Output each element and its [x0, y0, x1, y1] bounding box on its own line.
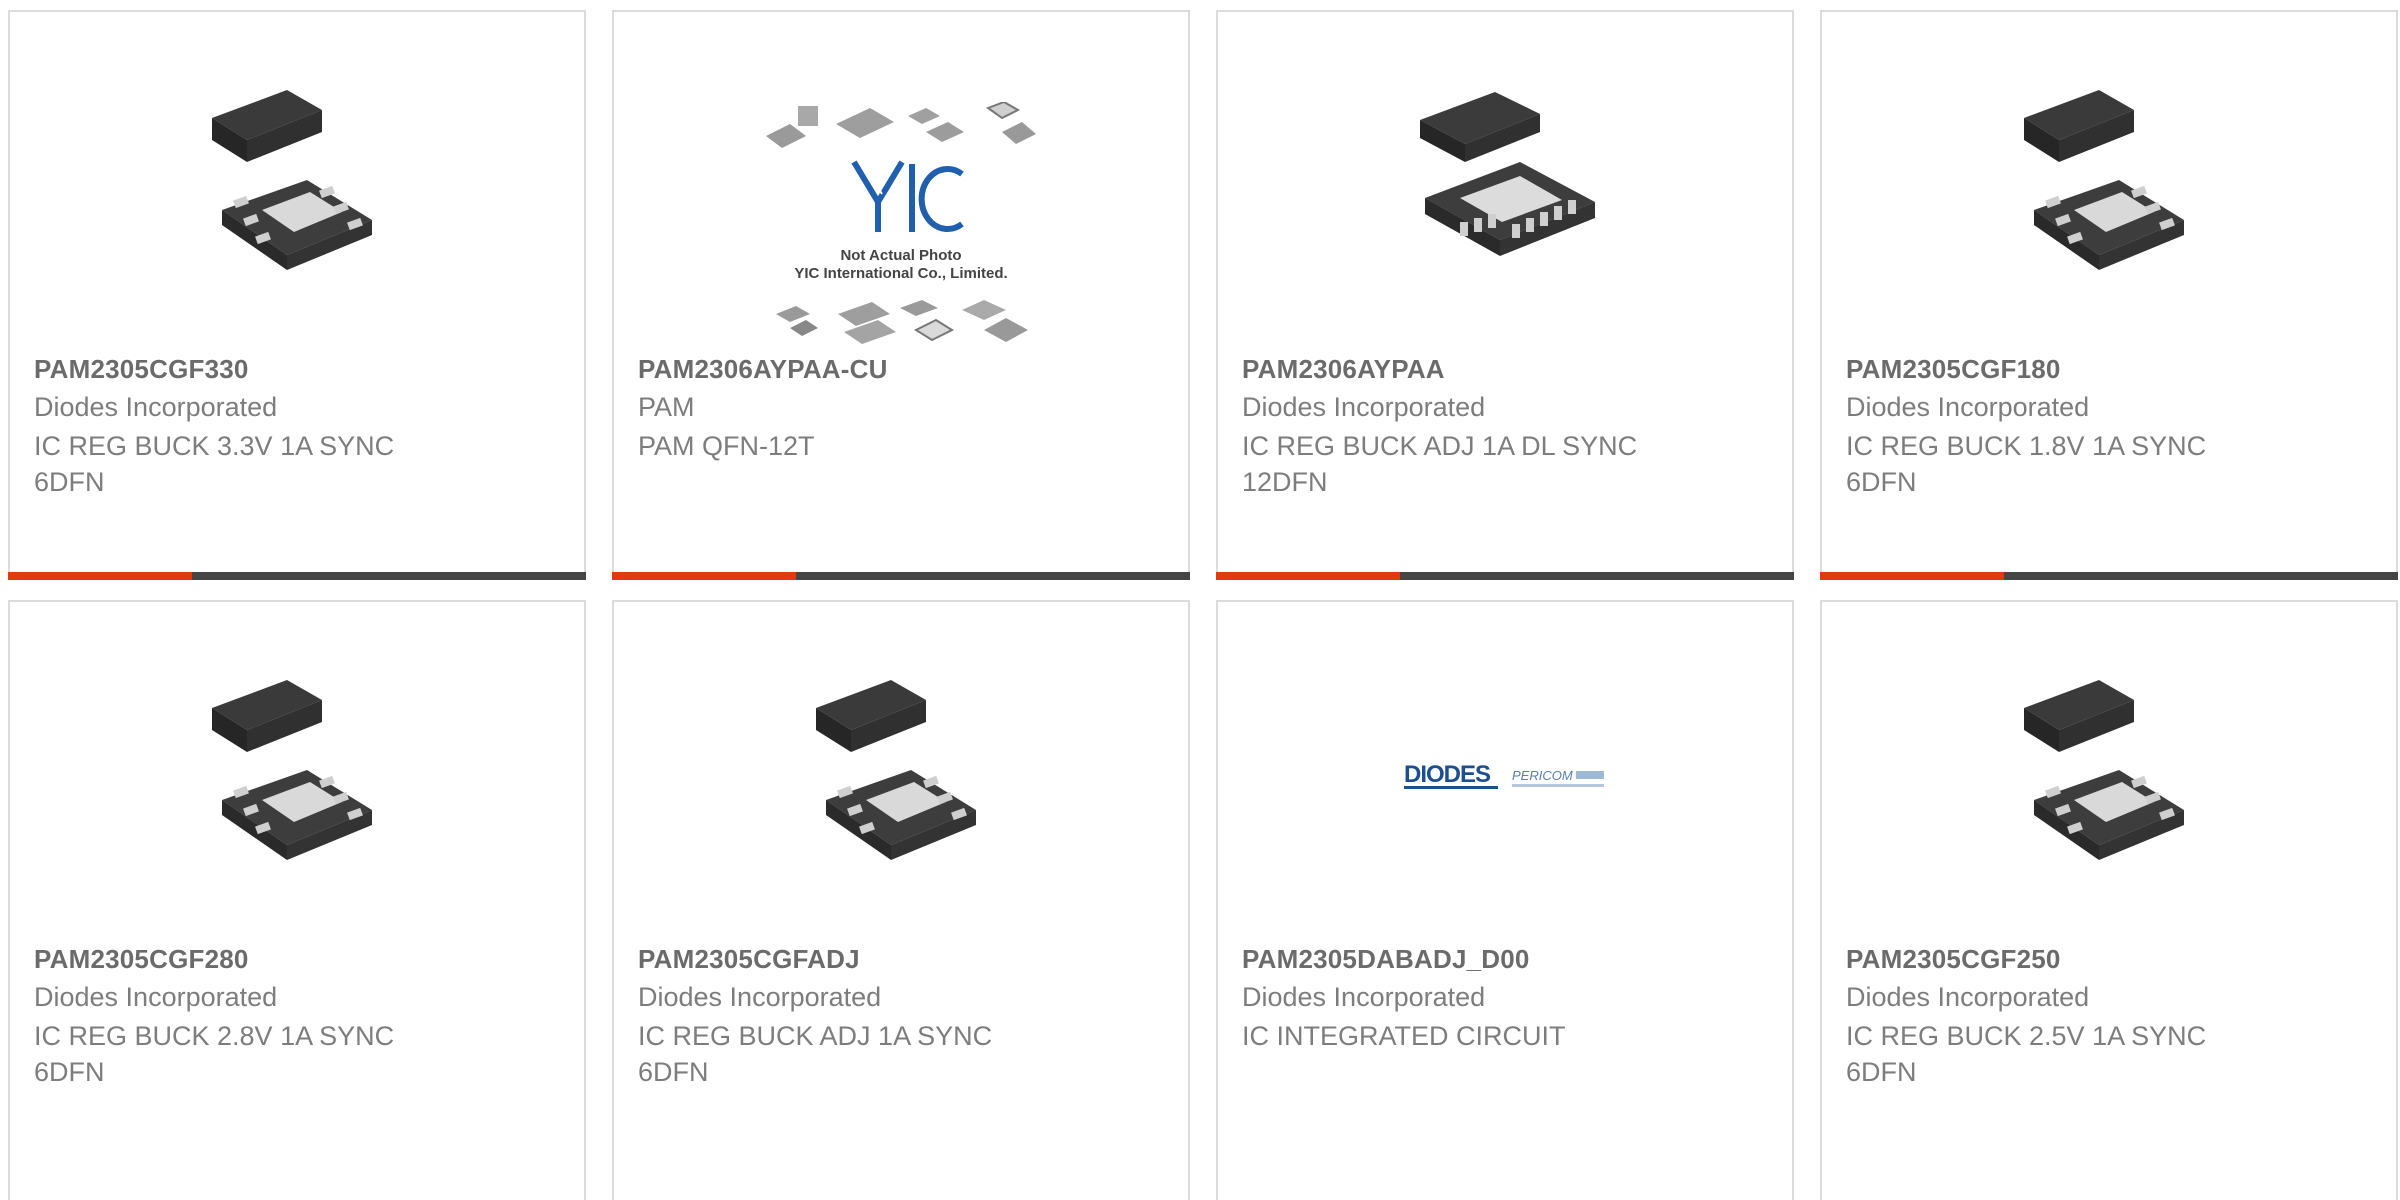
- card-accent: [1216, 572, 1400, 580]
- part-number[interactable]: PAM2305CGF280: [34, 944, 249, 975]
- product-card[interactable]: DIODES PERICOM PAM2305DABADJ_D00 Diodes …: [1216, 600, 1794, 1200]
- dfn12-chip-icon: [1420, 92, 1595, 256]
- description: IC REG BUCK ADJ 1A DL SYNC 12DFN: [1242, 431, 1638, 497]
- manufacturer: Diodes Incorporated: [1242, 982, 1486, 1012]
- manufacturer: PAM: [638, 392, 695, 422]
- description: IC REG BUCK 2.8V 1A SYNC 6DFN: [34, 1021, 395, 1087]
- card-bottom-bar: [612, 572, 1190, 580]
- description: IC REG BUCK 2.5V 1A SYNC 6DFN: [1846, 1021, 2207, 1087]
- yic-placeholder-icon: Not Actual Photo YIC International Co., …: [766, 102, 1036, 344]
- card-bottom-bar: [8, 572, 586, 580]
- pericom-logo-text: PERICOM: [1512, 768, 1573, 783]
- manufacturer: Diodes Incorporated: [638, 982, 882, 1012]
- part-number[interactable]: PAM2305DABADJ_D00: [1242, 944, 1530, 975]
- placeholder-line1: Not Actual Photo: [840, 247, 961, 264]
- part-number[interactable]: PAM2305CGF250: [1846, 944, 2061, 975]
- manufacturer: Diodes Incorporated: [1242, 392, 1486, 422]
- product-card[interactable]: PAM2305CGFADJ Diodes Incorporated IC REG…: [612, 600, 1190, 1200]
- dfn6-chip-icon: [2024, 680, 2184, 860]
- part-number[interactable]: PAM2306AYPAA: [1242, 354, 1445, 385]
- manufacturer: Diodes Incorporated: [34, 392, 278, 422]
- dfn6-chip-icon: [212, 90, 372, 270]
- product-grid: PAM2305CGF330 Diodes Incorporated IC REG…: [0, 0, 2400, 1200]
- card-accent: [612, 572, 796, 580]
- description: IC REG BUCK ADJ 1A SYNC 6DFN: [638, 1021, 993, 1087]
- description: PAM QFN-12T: [638, 431, 815, 461]
- product-card[interactable]: PAM2305CGF250 Diodes Incorporated IC REG…: [1820, 600, 2398, 1200]
- part-number[interactable]: PAM2305CGF180: [1846, 354, 2061, 385]
- card-bottom-bar: [1216, 572, 1794, 580]
- card-bottom-bar: [1820, 572, 2398, 580]
- product-card[interactable]: PAM2305CGF330 Diodes Incorporated IC REG…: [8, 10, 586, 580]
- part-number[interactable]: PAM2305CGFADJ: [638, 944, 860, 975]
- description: IC REG BUCK 3.3V 1A SYNC 6DFN: [34, 431, 395, 497]
- diodes-pericom-logo-icon: DIODES PERICOM: [1404, 761, 1604, 789]
- description: IC REG BUCK 1.8V 1A SYNC 6DFN: [1846, 431, 2207, 497]
- dfn6-chip-icon: [212, 680, 372, 860]
- description: IC INTEGRATED CIRCUIT: [1242, 1021, 1566, 1051]
- part-number[interactable]: PAM2305CGF330: [34, 354, 249, 385]
- dfn6-chip-icon: [2024, 90, 2184, 270]
- product-card[interactable]: PAM2306AYPAA Diodes Incorporated IC REG …: [1216, 10, 1794, 580]
- product-card[interactable]: PAM2305CGF180 Diodes Incorporated IC REG…: [1820, 10, 2398, 580]
- manufacturer: Diodes Incorporated: [1846, 982, 2090, 1012]
- card-accent: [8, 572, 192, 580]
- manufacturer: Diodes Incorporated: [34, 982, 278, 1012]
- diodes-logo-text: DIODES: [1404, 761, 1491, 788]
- manufacturer: Diodes Incorporated: [1846, 392, 2090, 422]
- placeholder-line2: YIC International Co., Limited.: [794, 265, 1007, 282]
- part-number[interactable]: PAM2306AYPAA-CU: [638, 354, 888, 385]
- product-card[interactable]: PAM2305CGF280 Diodes Incorporated IC REG…: [8, 600, 586, 1200]
- card-accent: [1820, 572, 2004, 580]
- product-card[interactable]: Not Actual Photo YIC International Co., …: [612, 10, 1190, 580]
- dfn6-chip-icon: [816, 680, 976, 860]
